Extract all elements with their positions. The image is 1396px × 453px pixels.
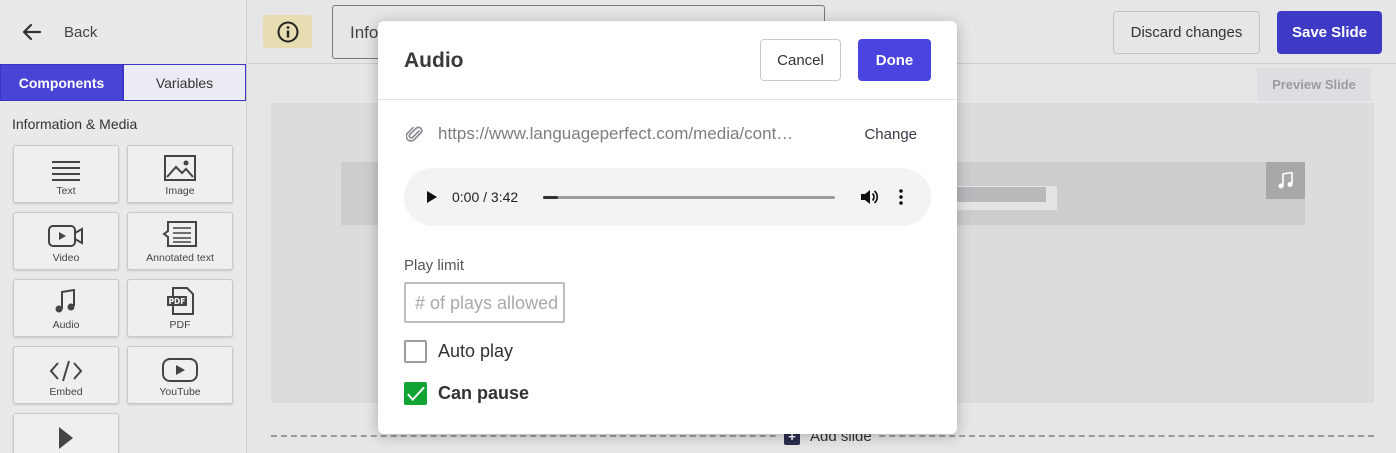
component-label: YouTube: [159, 386, 201, 398]
player-progress-track[interactable]: [543, 196, 835, 199]
audio-url: https://www.languageperfect.com/media/co…: [438, 124, 794, 143]
component-image[interactable]: Image: [127, 145, 233, 203]
can-pause-checkbox[interactable]: [404, 382, 427, 405]
can-pause-label: Can pause: [438, 383, 530, 403]
play-limit-input[interactable]: # of plays allowed: [404, 282, 565, 323]
player-progress-fill: [543, 196, 558, 199]
component-label: Audio: [52, 319, 80, 331]
svg-text:PDF: PDF: [169, 297, 186, 306]
discard-changes-button[interactable]: Discard changes: [1113, 11, 1260, 54]
component-label: PDF: [169, 319, 191, 331]
auto-play-label: Auto play: [438, 341, 514, 361]
sidebar: Back Components Variables Information & …: [0, 0, 247, 453]
info-button[interactable]: [263, 15, 312, 48]
code-icon: [49, 360, 83, 382]
video-icon: [48, 225, 83, 247]
arrow-left-icon: [22, 23, 42, 41]
change-link[interactable]: Change: [864, 126, 917, 143]
volume-icon[interactable]: [859, 187, 879, 207]
audio-block-bar-fill: [956, 187, 1046, 202]
component-more[interactable]: [13, 413, 119, 453]
tab-variables[interactable]: Variables: [123, 64, 246, 101]
music-note-icon: [55, 289, 75, 313]
back-button[interactable]: Back: [0, 0, 246, 64]
modal-title: Audio: [404, 49, 464, 72]
image-icon: [164, 155, 196, 181]
text-lines-icon: [52, 161, 80, 181]
auto-play-option[interactable]: Auto play: [404, 340, 513, 363]
play-limit-label: Play limit: [404, 257, 465, 274]
youtube-icon: [162, 358, 198, 382]
audio-url-row: https://www.languageperfect.com/media/co…: [406, 123, 931, 145]
music-note-icon: [1278, 171, 1293, 188]
component-audio[interactable]: Audio: [13, 279, 119, 337]
audio-player: 0:00 / 3:42: [404, 168, 931, 226]
component-label: Embed: [49, 386, 83, 398]
component-annotated-text[interactable]: Annotated text: [127, 212, 233, 270]
section-title: Information & Media: [12, 116, 138, 132]
sidebar-tabs: Components Variables: [0, 64, 246, 101]
info-icon: [277, 21, 298, 42]
player-time: 0:00 / 3:42: [452, 189, 519, 205]
component-label: Annotated text: [146, 252, 214, 264]
checkmark-icon: [407, 386, 425, 401]
preview-slide-button[interactable]: Preview Slide: [1257, 68, 1371, 101]
paperclip-icon: [406, 126, 423, 142]
component-youtube[interactable]: YouTube: [127, 346, 233, 404]
annotated-text-icon: [162, 221, 197, 247]
tab-components[interactable]: Components: [0, 64, 123, 101]
audio-modal: Audio Cancel Done https://www.languagepe…: [378, 21, 957, 434]
component-video[interactable]: Video: [13, 212, 119, 270]
play-triangle-icon: [59, 426, 73, 449]
back-label: Back: [64, 23, 98, 41]
component-label: Image: [165, 185, 195, 197]
audio-block-badge: [1266, 162, 1305, 199]
play-icon[interactable]: [426, 190, 438, 204]
component-label: Text: [56, 185, 76, 197]
component-text[interactable]: Text: [13, 145, 119, 203]
more-options-icon[interactable]: [898, 187, 904, 207]
auto-play-checkbox[interactable]: [404, 340, 427, 363]
component-label: Video: [52, 252, 80, 264]
can-pause-option[interactable]: Can pause: [404, 382, 529, 405]
modal-header: Audio Cancel Done: [378, 21, 957, 100]
cancel-button[interactable]: Cancel: [760, 39, 841, 81]
component-grid: Text Image Video Annotated text Audio PD…: [13, 145, 235, 453]
component-embed[interactable]: Embed: [13, 346, 119, 404]
pdf-icon: PDF: [167, 287, 194, 315]
component-pdf[interactable]: PDF PDF: [127, 279, 233, 337]
save-slide-button[interactable]: Save Slide: [1277, 11, 1382, 54]
done-button[interactable]: Done: [858, 39, 931, 81]
